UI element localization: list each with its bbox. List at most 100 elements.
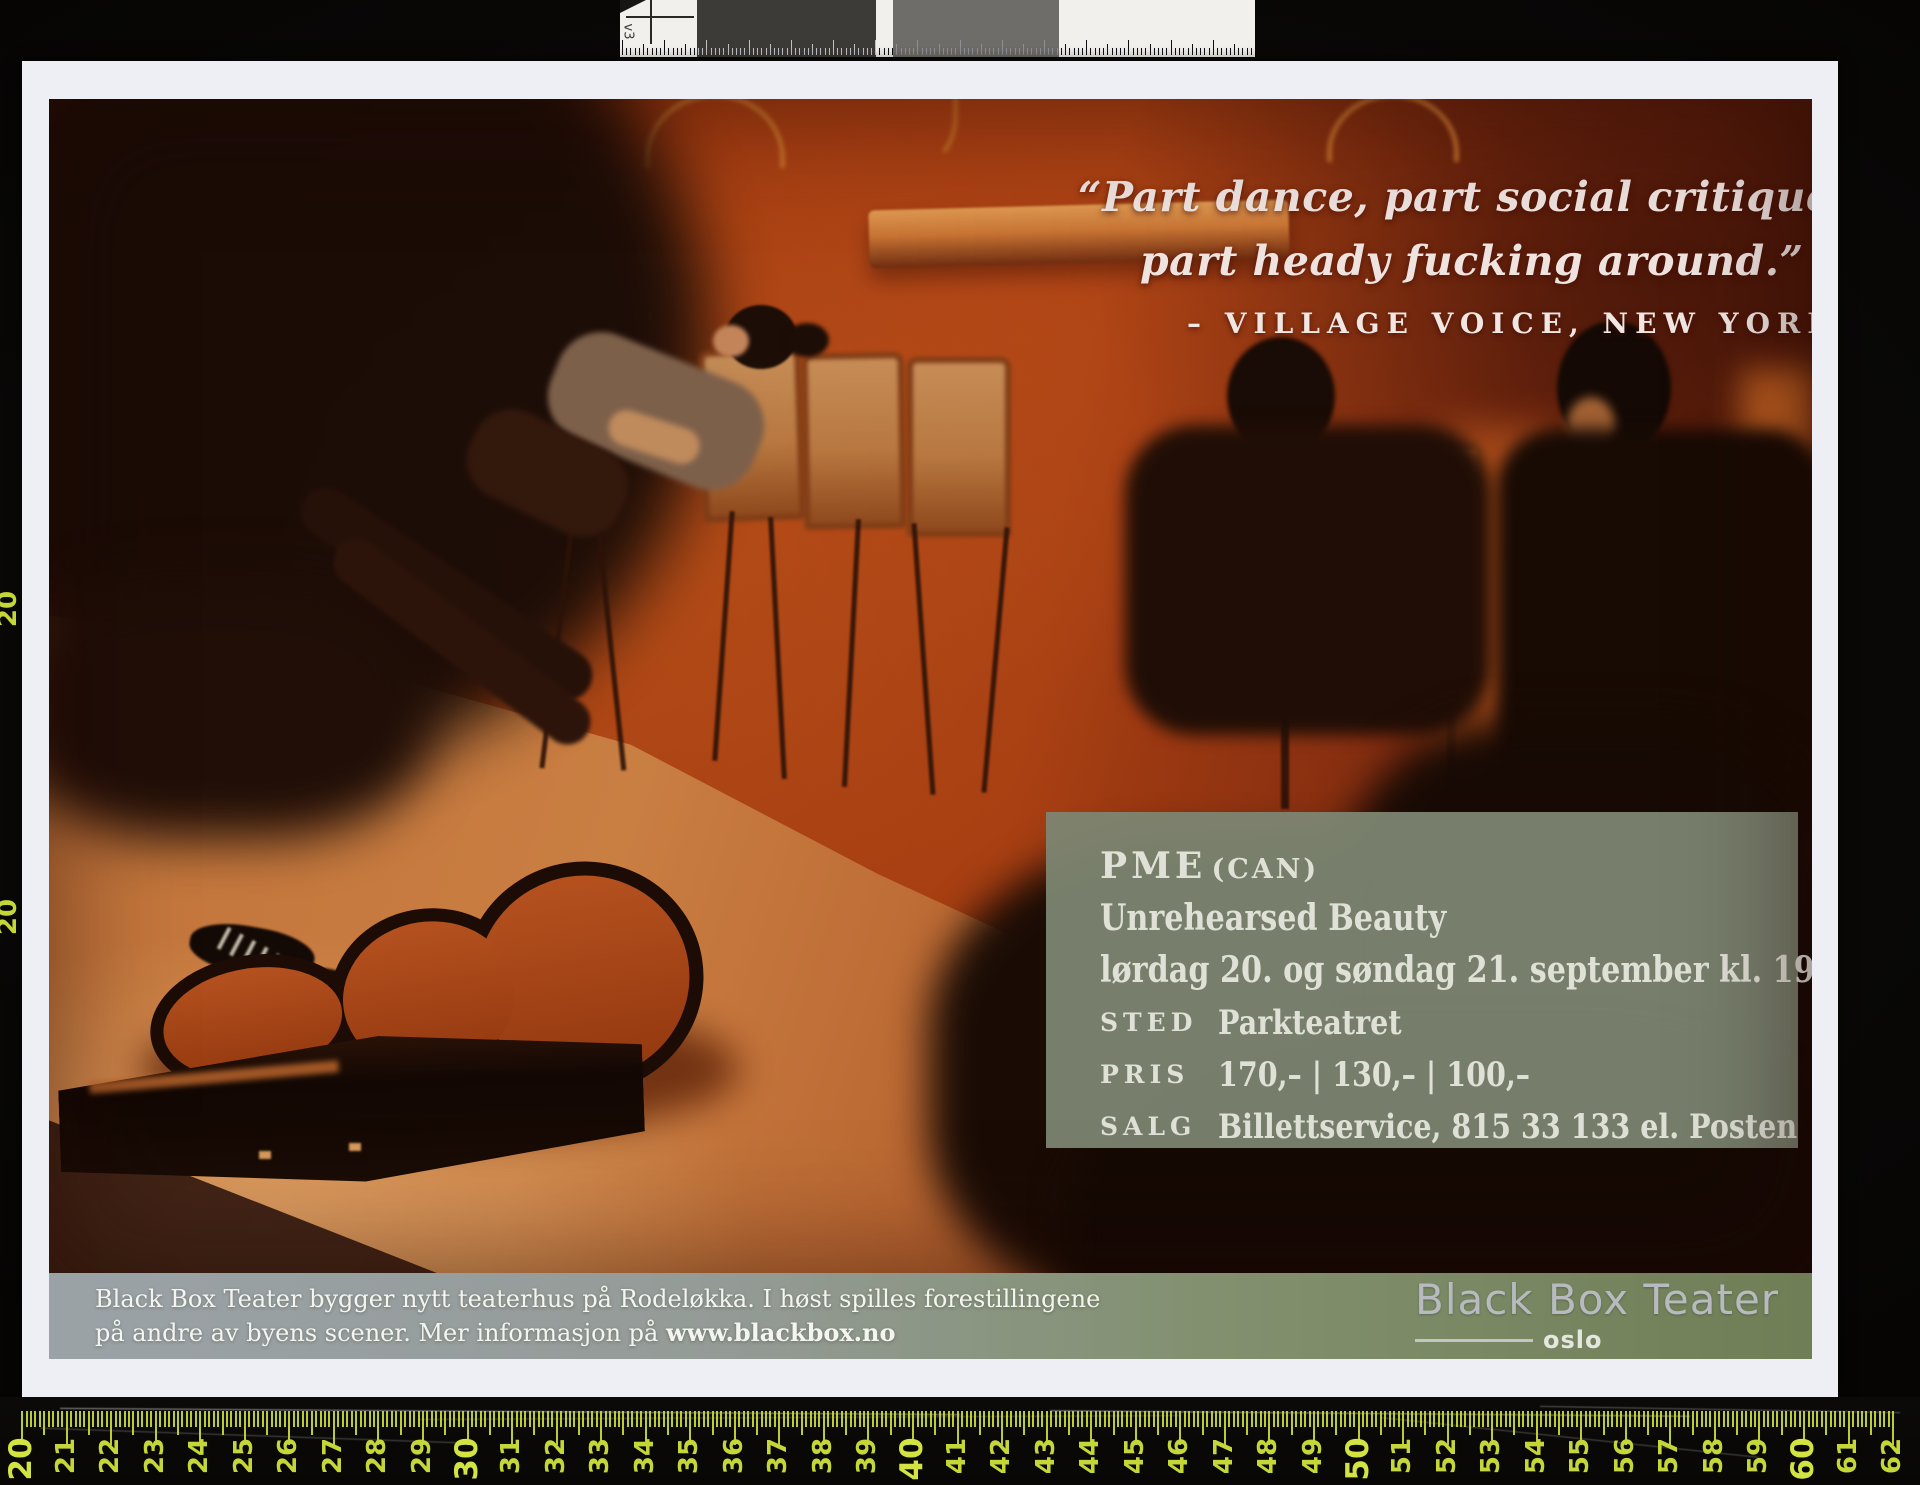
event-price-line: PRIS170,– | 130,– | 100,– [1100, 1048, 1798, 1100]
ruler-tick [1398, 1411, 1400, 1427]
ruler-tick [1674, 1411, 1676, 1427]
ruler-tick [284, 1411, 286, 1427]
ruler-tick [1126, 1411, 1128, 1427]
ruler-tick [787, 1411, 789, 1427]
ruler-tick [1571, 1411, 1573, 1427]
chair-leg [712, 511, 734, 761]
ruler-tick [1411, 1411, 1413, 1427]
ruler-tick [743, 1411, 745, 1427]
ruler-tick [1585, 1411, 1587, 1427]
ruler-tick [1513, 1411, 1515, 1435]
ruler-tick [703, 1411, 705, 1427]
ruler-tick [1429, 1411, 1431, 1427]
ruler-tick [101, 1411, 103, 1427]
ruler-tick [1144, 1411, 1146, 1427]
ruler-tick [328, 1411, 330, 1427]
ruler-tick [934, 1411, 936, 1435]
ruler-tick [796, 1411, 798, 1427]
ruler-tick [1175, 1411, 1177, 1427]
ruler-tick [324, 1411, 326, 1427]
ruler-tick [1197, 1411, 1199, 1427]
calibration-tick [1247, 48, 1248, 55]
calibration-tick [943, 48, 944, 55]
ruler-tick [720, 1411, 722, 1427]
ruler-tick [1206, 1411, 1208, 1427]
calibration-tick [698, 48, 699, 55]
ruler-tick [275, 1411, 277, 1427]
ruler-tick [1037, 1411, 1039, 1427]
ruler-tick [186, 1411, 188, 1427]
ruler-tick [1170, 1411, 1172, 1427]
ruler-tick [685, 1411, 687, 1427]
ruler-number: 27 [318, 1426, 348, 1485]
calibration-tick [867, 48, 868, 55]
calibration-tick [795, 48, 796, 55]
calibration-tick [934, 48, 935, 55]
calibration-tick [1048, 48, 1049, 55]
ruler-tick [587, 1411, 589, 1427]
ruler-tick [640, 1411, 642, 1427]
calibration-tick [972, 48, 973, 55]
ruler-number: 56 [1610, 1426, 1640, 1485]
ruler-tick [1883, 1411, 1885, 1427]
ruler-tick [1032, 1411, 1034, 1427]
ruler-tick [832, 1411, 834, 1427]
ruler-tick [1656, 1411, 1658, 1427]
calibration-tick [1116, 48, 1117, 55]
calibration-tick [1095, 48, 1096, 55]
calibration-tick [652, 48, 653, 55]
ruler-tick [1460, 1411, 1462, 1427]
calibration-tick [706, 40, 707, 55]
calibration-tick [833, 40, 834, 55]
ruler-number: 23 [140, 1426, 170, 1485]
ruler-tick [569, 1411, 571, 1427]
calibration-tick [740, 48, 741, 55]
calibration-tick [1019, 48, 1020, 55]
ruler-tick [1375, 1411, 1377, 1427]
calibration-tick [1082, 48, 1083, 55]
website-link: www.blackbox.no [666, 1318, 896, 1347]
venue-value: Parkteatret [1218, 997, 1402, 1049]
ruler-tick [952, 1411, 954, 1427]
ruler-tick [1068, 1411, 1070, 1435]
event-country: (CAN) [1211, 854, 1319, 885]
calibration-tick [884, 48, 885, 55]
calibration-tick [1057, 48, 1058, 55]
ruler-tick [529, 1411, 531, 1427]
calibration-tick [656, 48, 657, 55]
calibration-tick [1107, 44, 1108, 55]
ruler-tick [1732, 1411, 1734, 1427]
black-box-teater-logo: Black Box Teater oslo [1415, 1275, 1795, 1354]
ruler-tick [34, 1411, 36, 1427]
ruler-number: 46 [1164, 1426, 1194, 1485]
calibration-tick [989, 48, 990, 55]
ruler-number: 20 [3, 1429, 39, 1485]
ruler-tick [810, 1411, 812, 1427]
ruler-tick [538, 1411, 540, 1427]
ruler-tick [979, 1411, 981, 1435]
logo-text: Black Box Teater [1415, 1275, 1795, 1324]
calibration-tick [1036, 48, 1037, 55]
ruler-tick [489, 1411, 491, 1435]
sales-label: SALG [1100, 1101, 1218, 1153]
calibration-strip: v3 [620, 0, 1255, 57]
ruler-tick [1505, 1411, 1507, 1427]
ruler-tick [1246, 1411, 1248, 1435]
calibration-tick [1069, 48, 1070, 55]
ruler-tick [614, 1411, 616, 1427]
ruler-tick [395, 1411, 397, 1427]
ruler-tick [894, 1411, 896, 1427]
ruler-tick [667, 1411, 669, 1435]
ruler-tick [168, 1411, 170, 1427]
ruler-tick [1509, 1411, 1511, 1427]
calibration-tick [1112, 48, 1113, 55]
ruler-tick [1464, 1411, 1466, 1427]
ruler-tick [1117, 1411, 1119, 1427]
ruler-tick [1264, 1411, 1266, 1427]
ruler-tick [1487, 1411, 1489, 1427]
ruler-tick [983, 1411, 985, 1427]
ruler-tick [1006, 1411, 1008, 1427]
ruler-tick [1576, 1411, 1578, 1427]
ruler-tick [1767, 1411, 1769, 1427]
ruler-tick [484, 1411, 486, 1427]
